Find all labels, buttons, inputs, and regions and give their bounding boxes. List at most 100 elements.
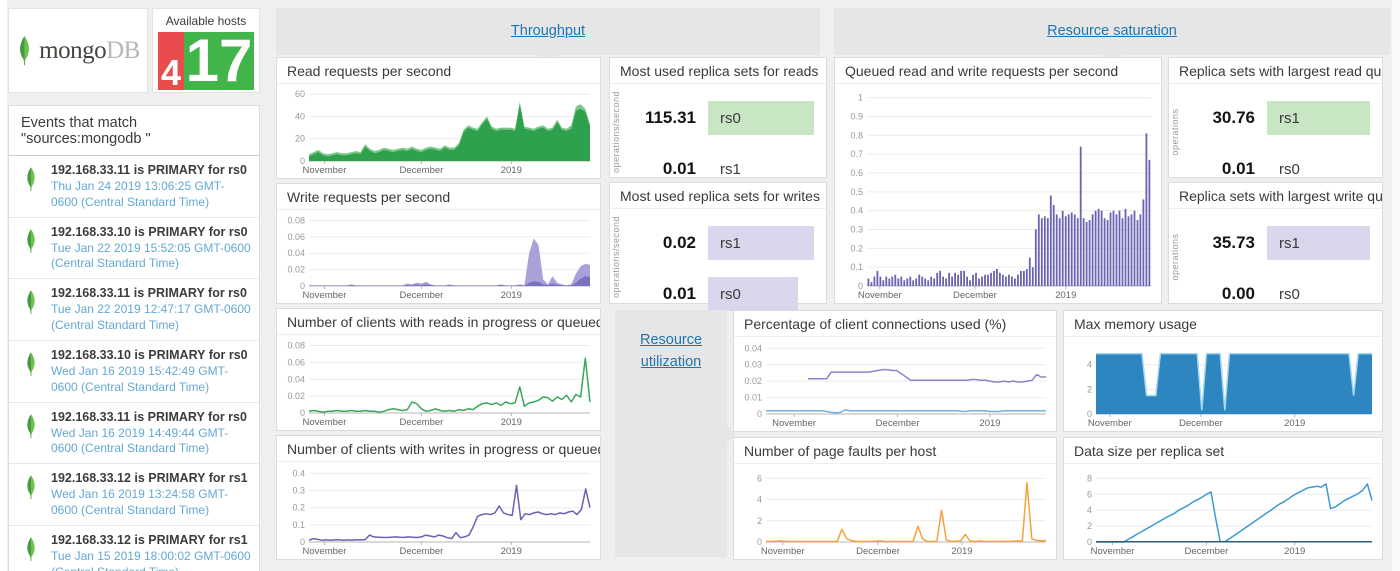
event-item[interactable]: 192.168.33.12 is PRIMARY for rs1 Tue Jan… — [9, 526, 259, 571]
event-text: 192.168.33.12 is PRIMARY for rs1 Wed Jan… — [51, 471, 251, 519]
svg-text:2019: 2019 — [1284, 418, 1305, 429]
mongodb-leaf-icon — [24, 228, 38, 255]
left-margin — [0, 0, 7, 571]
svg-text:2: 2 — [1087, 521, 1092, 531]
y-axis-unit-label: operations — [1170, 108, 1180, 155]
resource-utilization-link[interactable]: Resource utilization — [615, 310, 727, 374]
mongodb-leaf-icon — [24, 166, 38, 193]
stat-rows: 0.02 rs1 0.01 rs0 — [630, 226, 814, 311]
event-timestamp[interactable]: Tue Jan 22 2019 12:47:17 GMT-0600 (Centr… — [51, 302, 251, 334]
event-timestamp[interactable]: Tue Jan 22 2019 15:52:05 GMT-0600 (Centr… — [51, 241, 251, 273]
stat-value: 0.00 — [1189, 284, 1255, 304]
svg-text:December: December — [856, 546, 900, 557]
clients-reads-chart: 00.020.040.060.08NovemberDecember2019 — [279, 337, 598, 428]
event-text: 192.168.33.12 is PRIMARY for rs1 Tue Jan… — [51, 533, 251, 571]
svg-text:20: 20 — [295, 134, 305, 144]
mongodb-leaf-icon — [24, 413, 38, 440]
svg-text:0.8: 0.8 — [850, 130, 863, 140]
svg-text:0.04: 0.04 — [744, 343, 762, 353]
stat-value: 35.73 — [1189, 233, 1255, 253]
mongodb-leaf-icon — [24, 536, 38, 563]
right-margin — [1392, 0, 1400, 571]
svg-text:60: 60 — [295, 89, 305, 99]
queued-requests-panel: Queued read and write requests per secon… — [834, 57, 1162, 304]
event-text: 192.168.33.10 is PRIMARY for rs0 Wed Jan… — [51, 348, 251, 396]
svg-text:0.7: 0.7 — [850, 149, 863, 159]
svg-text:November: November — [303, 165, 347, 176]
stat-rows: 35.73 rs1 0.00 rs0 — [1189, 226, 1370, 311]
svg-text:2019: 2019 — [979, 418, 1000, 429]
svg-text:December: December — [953, 290, 997, 301]
event-item[interactable]: 192.168.33.10 is PRIMARY for rs0 Tue Jan… — [9, 218, 259, 280]
svg-text:2019: 2019 — [501, 290, 522, 301]
data-size-panel: Data size per replica set 02468NovemberD… — [1063, 437, 1383, 560]
y-axis-unit-label: operations/second — [611, 90, 621, 172]
y-axis-unit-label: operations/second — [611, 216, 621, 298]
svg-text:2: 2 — [1087, 384, 1092, 394]
event-item[interactable]: 192.168.33.10 is PRIMARY for rs0 Wed Jan… — [9, 341, 259, 403]
svg-text:0.08: 0.08 — [287, 215, 305, 225]
event-timestamp[interactable]: Wed Jan 16 2019 15:42:49 GMT-0600 (Centr… — [51, 364, 251, 396]
event-text: 192.168.33.10 is PRIMARY for rs0 Tue Jan… — [51, 225, 251, 273]
svg-text:0.3: 0.3 — [292, 486, 305, 496]
svg-text:December: December — [399, 290, 443, 301]
svg-text:0.6: 0.6 — [850, 168, 863, 178]
svg-text:4: 4 — [757, 495, 762, 505]
event-timestamp[interactable]: Wed Jan 16 2019 13:24:58 GMT-0600 (Centr… — [51, 487, 251, 519]
event-timestamp[interactable]: Thu Jan 24 2019 13:06:25 GMT-0600 (Centr… — [51, 179, 251, 211]
svg-text:6: 6 — [1087, 489, 1092, 499]
svg-text:0.4: 0.4 — [292, 468, 305, 478]
stat-row: 0.02 rs1 — [630, 226, 814, 260]
svg-text:0.06: 0.06 — [287, 232, 305, 242]
svg-text:December: December — [876, 418, 920, 429]
event-timestamp[interactable]: Wed Jan 16 2019 14:49:44 GMT-0600 (Centr… — [51, 426, 251, 458]
panel-title: Data size per replica set — [1064, 438, 1382, 464]
event-title: 192.168.33.11 is PRIMARY for rs0 — [51, 163, 251, 177]
stat-bar: rs1 — [708, 152, 814, 186]
stat-bar: rs0 — [708, 101, 814, 135]
stat-row: 0.00 rs0 — [1189, 277, 1370, 311]
stat-bar-fill: rs1 — [1267, 101, 1370, 135]
max-memory-chart: 024NovemberDecember2019 — [1066, 339, 1380, 429]
stat-rows: 115.31 rs0 0.01 rs1 — [630, 101, 814, 186]
read-requests-panel: Read requests per second 0204060November… — [276, 57, 601, 179]
event-item[interactable]: 192.168.33.11 is PRIMARY for rs0 Thu Jan… — [9, 156, 259, 218]
svg-text:4: 4 — [1087, 505, 1092, 515]
stat-bar: rs1 — [1267, 101, 1370, 135]
svg-text:40: 40 — [295, 111, 305, 121]
max-memory-panel: Max memory usage 024NovemberDecember2019 — [1063, 310, 1383, 432]
event-timestamp[interactable]: Tue Jan 15 2019 18:00:02 GMT-0600 (Centr… — [51, 549, 251, 571]
panel-title: Read requests per second — [277, 58, 600, 84]
stat-bar-fill: rs0 — [708, 101, 814, 135]
svg-text:December: December — [1184, 546, 1228, 557]
resource-saturation-link[interactable]: Resource saturation — [834, 8, 1390, 55]
event-item[interactable]: 192.168.33.12 is PRIMARY for rs1 Wed Jan… — [9, 464, 259, 526]
svg-text:November: November — [761, 546, 805, 557]
throughput-link[interactable]: Throughput — [276, 8, 820, 55]
stat-bar: rs1 — [1267, 226, 1370, 260]
event-text: 192.168.33.11 is PRIMARY for rs0 Tue Jan… — [51, 286, 251, 334]
mongodb-dashboard: mongoDB Available hosts 4 17 Events that… — [0, 0, 1400, 571]
stat-bar-fill: rs1 — [708, 226, 814, 260]
event-title: 192.168.33.11 is PRIMARY for rs0 — [51, 286, 251, 300]
panel-title: Percentage of client connections used (%… — [734, 311, 1056, 337]
stat-bar: rs0 — [1267, 152, 1370, 186]
event-item[interactable]: 192.168.33.11 is PRIMARY for rs0 Wed Jan… — [9, 403, 259, 465]
event-title: 192.168.33.12 is PRIMARY for rs1 — [51, 471, 251, 485]
svg-text:0.06: 0.06 — [287, 357, 305, 367]
largest-read-queues-panel: Replica sets with largest read queues op… — [1168, 57, 1383, 178]
stat-row: 0.01 rs0 — [630, 277, 814, 311]
svg-text:2: 2 — [757, 516, 762, 526]
mongodb-leaf-icon — [24, 474, 38, 501]
svg-text:November: November — [303, 417, 347, 428]
event-title: 192.168.33.12 is PRIMARY for rs1 — [51, 533, 251, 547]
svg-text:0.2: 0.2 — [850, 243, 863, 253]
available-hosts-title: Available hosts — [153, 9, 259, 28]
svg-text:4: 4 — [1087, 360, 1092, 370]
event-item[interactable]: 192.168.33.11 is PRIMARY for rs0 Tue Jan… — [9, 279, 259, 341]
available-hosts-values: 4 17 — [158, 32, 254, 90]
event-title: 192.168.33.11 is PRIMARY for rs0 — [51, 410, 251, 424]
svg-text:November: November — [303, 290, 347, 301]
stat-row: 0.01 rs1 — [630, 152, 814, 186]
mongodb-logo: mongoDB — [8, 8, 148, 93]
